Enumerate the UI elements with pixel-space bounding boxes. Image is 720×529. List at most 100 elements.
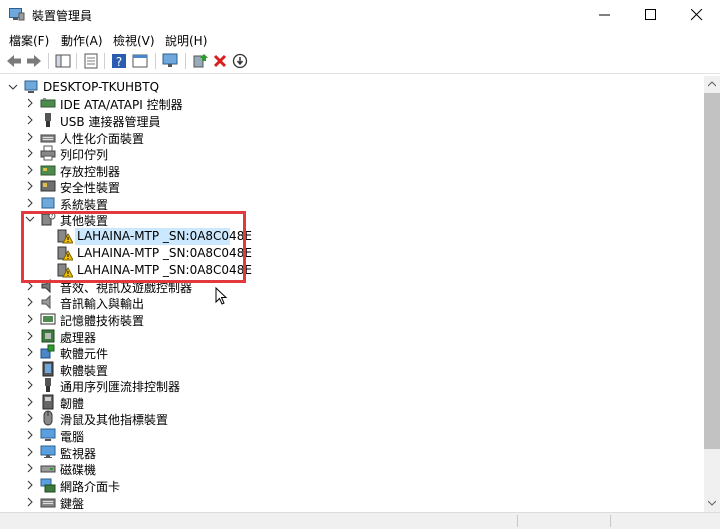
computer-icon (40, 428, 56, 441)
processor-icon (41, 329, 55, 343)
chevron-right-icon[interactable] (25, 198, 35, 208)
chevron-right-icon[interactable] (25, 497, 35, 507)
software-component-icon (40, 344, 55, 359)
chevron-down-icon (708, 500, 716, 506)
chevron-right-icon[interactable] (25, 314, 35, 324)
system-device-icon (41, 197, 55, 209)
audio-io-icon (41, 294, 51, 310)
forward-icon[interactable] (25, 52, 43, 70)
chevron-right-icon[interactable] (25, 480, 35, 490)
chevron-right-icon[interactable] (25, 430, 35, 440)
chevron-right-icon[interactable] (25, 132, 35, 142)
tree-item-audio-io[interactable]: 音訊輸入與輸出 (0, 294, 704, 311)
minimize-icon (599, 14, 610, 16)
device-manager-icon (9, 8, 25, 21)
chevron-right-icon[interactable] (25, 413, 35, 423)
svg-text:?: ? (116, 55, 122, 69)
chevron-right-icon[interactable] (25, 181, 35, 191)
tree-item-processor[interactable]: 處理器 (0, 328, 704, 345)
tree-item-mouse[interactable]: 滑鼠及其他指標裝置 (0, 410, 704, 427)
ide-controller-icon (40, 98, 56, 108)
tree-item-label: 軟體元件 (60, 347, 109, 361)
status-divider (610, 515, 611, 527)
back-icon[interactable] (5, 52, 23, 70)
tree-item-storage[interactable]: 存放控制器 (0, 162, 704, 179)
chevron-right-icon[interactable] (25, 397, 35, 407)
printer-icon (40, 145, 56, 161)
chevron-up-icon (708, 81, 716, 87)
uninstall-icon[interactable] (211, 52, 229, 70)
toolbar: ? (0, 49, 720, 74)
tree-item-monitor[interactable]: 監視器 (0, 444, 704, 461)
minimize-button[interactable] (582, 0, 628, 30)
firmware-icon (42, 394, 54, 410)
chevron-right-icon[interactable] (25, 447, 35, 457)
tree-root[interactable]: DESKTOP-TKUHBTQ (0, 79, 704, 96)
tree-item-network[interactable]: 網路介面卡 (0, 477, 704, 494)
tree-item-print-queue[interactable]: 列印佇列 (0, 145, 704, 162)
properties-icon[interactable] (82, 52, 100, 70)
tree-item-disk[interactable]: 磁碟機 (0, 460, 704, 477)
status-divider (517, 515, 518, 527)
chevron-right-icon[interactable] (25, 165, 35, 175)
disable-icon[interactable] (231, 52, 249, 70)
tree-item-security[interactable]: 安全性裝置 (0, 178, 704, 195)
chevron-down-icon[interactable] (8, 82, 18, 92)
maximize-button[interactable] (628, 0, 674, 30)
tree-item-ide[interactable]: IDE ATA/ATAPI 控制器 (0, 95, 704, 112)
tree-item-software-component[interactable]: 軟體元件 (0, 344, 704, 361)
menu-view[interactable]: 檢視(V) (113, 32, 155, 49)
view-icon[interactable] (131, 52, 149, 70)
window-title: 裝置管理員 (32, 9, 93, 23)
tree-item-firmware[interactable]: 韌體 (0, 394, 704, 411)
tree-root-label: DESKTOP-TKUHBTQ (43, 80, 160, 94)
security-device-icon (40, 180, 56, 192)
tree-item-label: IDE ATA/ATAPI 控制器 (60, 98, 183, 112)
chevron-right-icon[interactable] (25, 148, 35, 158)
scroll-down-button[interactable] (704, 495, 720, 512)
tree-item-keyboard[interactable]: 鍵盤 (0, 494, 704, 511)
console-tree-icon[interactable] (54, 52, 72, 70)
highlight-box (21, 211, 246, 283)
close-button[interactable] (674, 0, 720, 30)
tree-item-label: 滑鼠及其他指標裝置 (60, 413, 169, 427)
tree-item-hid[interactable]: 人性化介面裝置 (0, 129, 704, 146)
title-bar: 裝置管理員 (0, 0, 720, 30)
scroll-up-button[interactable] (704, 76, 720, 93)
menu-action[interactable]: 動作(A) (61, 32, 103, 49)
usb-controller-icon (45, 378, 51, 392)
chevron-right-icon[interactable] (25, 380, 35, 390)
tree-item-label: USB 連接器管理員 (60, 115, 161, 129)
chevron-right-icon[interactable] (25, 297, 35, 307)
tree-item-label: 音訊輸入與輸出 (60, 297, 145, 311)
tree-item-usb-connector[interactable]: USB 連接器管理員 (0, 112, 704, 129)
status-bar (0, 512, 720, 529)
tree-item-label: 磁碟機 (60, 463, 97, 477)
help-icon[interactable]: ? (110, 52, 128, 70)
tree-item-system[interactable]: 系統裝置 (0, 195, 704, 212)
computer-icon (24, 80, 38, 93)
tree-item-computer[interactable]: 電腦 (0, 427, 704, 444)
chevron-right-icon[interactable] (25, 463, 35, 473)
tree-item-label: 電腦 (60, 430, 85, 444)
chevron-right-icon[interactable] (25, 364, 35, 374)
tree-item-memory[interactable]: 記憶體技術裝置 (0, 311, 704, 328)
update-driver-icon[interactable] (191, 52, 209, 70)
maximize-icon (645, 9, 656, 20)
menu-file[interactable]: 檔案(F) (9, 32, 49, 49)
chevron-right-icon[interactable] (25, 347, 35, 357)
mouse-icon (43, 410, 53, 426)
monitor-icon[interactable] (161, 52, 179, 70)
menu-help[interactable]: 說明(H) (165, 32, 207, 49)
tree-item-label: 記憶體技術裝置 (60, 314, 145, 328)
hid-icon (40, 134, 56, 143)
scrollbar-thumb[interactable] (704, 93, 720, 449)
mouse-cursor-icon (215, 287, 228, 305)
chevron-right-icon[interactable] (25, 98, 35, 108)
keyboard-icon (40, 498, 56, 508)
tree-item-software-device[interactable]: 軟體裝置 (0, 361, 704, 378)
chevron-right-icon[interactable] (25, 331, 35, 341)
tree-item-usb-controller[interactable]: 通用序列匯流排控制器 (0, 377, 704, 394)
chevron-right-icon[interactable] (25, 115, 35, 125)
memory-icon (40, 313, 56, 325)
